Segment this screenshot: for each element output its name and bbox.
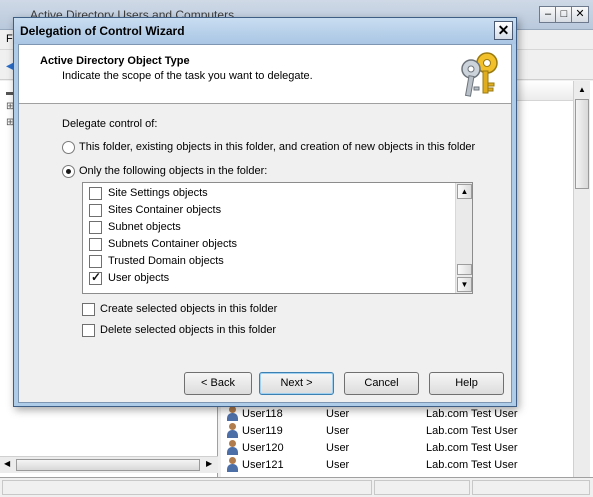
- details-vertical-scrollbar[interactable]: ▲: [573, 81, 590, 477]
- scroll-down-icon[interactable]: ▼: [457, 277, 472, 292]
- checkbox[interactable]: [82, 324, 95, 337]
- scroll-thumb[interactable]: [457, 264, 472, 275]
- radio-label: Only the following objects in the folder…: [79, 165, 268, 177]
- user-row[interactable]: User119 User Lab.com Test User: [226, 423, 566, 440]
- checkbox[interactable]: [89, 221, 102, 234]
- checkbox[interactable]: [89, 187, 102, 200]
- list-item-label: Subnet objects: [108, 221, 181, 233]
- user-icon: [226, 440, 240, 455]
- checkbox[interactable]: [89, 238, 102, 251]
- wizard-header: Active Directory Object Type Indicate th…: [19, 45, 511, 104]
- user-description: Lab.com Test User: [426, 425, 518, 437]
- help-button[interactable]: Help: [429, 372, 504, 395]
- scroll-right-icon[interactable]: ▶: [206, 459, 212, 468]
- object-type-list[interactable]: Site Settings objects Sites Container ob…: [82, 182, 473, 294]
- create-selected-label: Create selected objects in this folder: [100, 303, 278, 315]
- status-bar: [0, 477, 593, 497]
- cancel-button[interactable]: Cancel: [344, 372, 419, 395]
- keys-icon: [461, 52, 498, 97]
- scroll-up-icon[interactable]: ▲: [457, 184, 472, 199]
- user-row[interactable]: User121 User Lab.com Test User: [226, 457, 566, 474]
- status-segment: [472, 480, 590, 495]
- user-name: User121: [242, 459, 284, 471]
- user-type: User: [326, 408, 350, 420]
- list-vertical-scrollbar[interactable]: ▲ ▼: [455, 183, 472, 293]
- radio-button[interactable]: [62, 165, 75, 178]
- user-icon: [226, 423, 240, 438]
- user-type: User: [326, 459, 350, 471]
- list-item[interactable]: User objects: [89, 270, 449, 288]
- next-button[interactable]: Next >: [259, 372, 334, 395]
- page-subtitle: Indicate the scope of the task you want …: [62, 70, 313, 82]
- delegate-control-label: Delegate control of:: [62, 118, 158, 130]
- user-type: User: [326, 442, 350, 454]
- dialog-titlebar[interactable]: Delegation of Control Wizard ✕: [14, 18, 516, 44]
- user-type: User: [326, 425, 350, 437]
- list-item-label: Site Settings objects: [108, 187, 208, 199]
- scroll-up-icon[interactable]: ▲: [575, 82, 589, 97]
- user-description: Lab.com Test User: [426, 442, 518, 454]
- list-item-label: Sites Container objects: [108, 204, 222, 216]
- scroll-left-icon[interactable]: ◀: [4, 459, 10, 468]
- back-button[interactable]: < Back: [184, 372, 252, 395]
- dialog-title: Delegation of Control Wizard: [20, 24, 185, 38]
- scroll-thumb[interactable]: [575, 99, 589, 189]
- radio-label: This folder, existing objects in this fo…: [79, 141, 476, 153]
- list-item[interactable]: Trusted Domain objects: [89, 254, 449, 271]
- close-icon[interactable]: ✕: [494, 21, 513, 40]
- checkbox[interactable]: [89, 204, 102, 217]
- dialog-body: Active Directory Object Type Indicate th…: [18, 44, 512, 403]
- checkbox[interactable]: [82, 303, 95, 316]
- user-description: Lab.com Test User: [426, 459, 518, 471]
- user-name: User119: [242, 425, 283, 437]
- user-name: User118: [242, 408, 283, 420]
- checkbox[interactable]: [89, 255, 102, 268]
- list-item[interactable]: Sites Container objects: [89, 203, 449, 220]
- list-item[interactable]: Subnet objects: [89, 220, 449, 237]
- menu-file[interactable]: F: [6, 33, 13, 45]
- list-item-label: Trusted Domain objects: [108, 255, 224, 267]
- status-segment: [374, 480, 470, 495]
- user-description: Lab.com Test User: [426, 408, 518, 420]
- delete-selected-label: Delete selected objects in this folder: [100, 324, 277, 336]
- list-item[interactable]: Site Settings objects: [89, 186, 449, 203]
- status-segment: [2, 480, 372, 495]
- user-row[interactable]: User118 User Lab.com Test User: [226, 406, 566, 423]
- page-title: Active Directory Object Type: [40, 55, 190, 67]
- list-item[interactable]: Subnets Container objects: [89, 237, 449, 254]
- close-icon[interactable]: ✕: [571, 6, 589, 23]
- radio-button[interactable]: [62, 141, 75, 154]
- list-item-label: User objects: [108, 272, 170, 284]
- tree-horizontal-scrollbar[interactable]: ◀ ▶: [0, 456, 218, 473]
- user-icon: [226, 406, 240, 421]
- list-item-label: Subnets Container objects: [108, 238, 238, 250]
- delegation-wizard-dialog: Delegation of Control Wizard ✕ Active Di…: [13, 17, 517, 407]
- user-name: User120: [242, 442, 284, 454]
- scroll-thumb[interactable]: [16, 459, 200, 471]
- user-icon: [226, 457, 240, 472]
- checkbox-checked[interactable]: [89, 270, 102, 285]
- user-row[interactable]: User120 User Lab.com Test User: [226, 440, 566, 457]
